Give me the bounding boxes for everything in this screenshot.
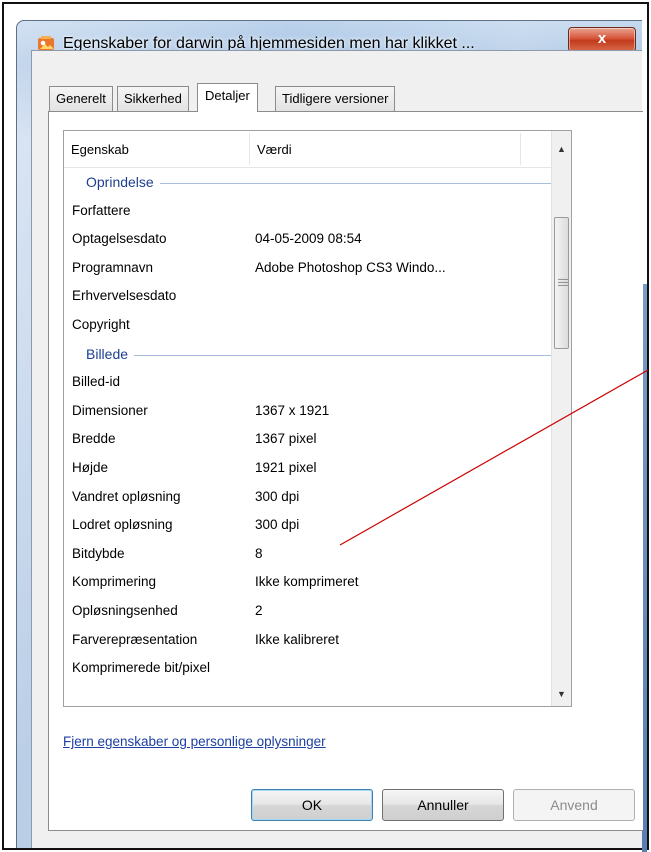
list-item[interactable]: Opløsningsenhed 2 xyxy=(64,597,571,626)
group-header-label: Oprindelse xyxy=(86,168,160,196)
property-name: Opløsningsenhed xyxy=(72,602,178,618)
property-value: 300 dpi xyxy=(255,517,300,533)
property-name: Lodret opløsning xyxy=(72,517,173,533)
property-name: Bredde xyxy=(72,431,116,447)
list-item[interactable]: Programnavn Adobe Photoshop CS3 Windo... xyxy=(64,254,571,283)
list-item[interactable]: Bredde 1367 pixel xyxy=(64,425,571,454)
property-name: Vandret opløsning xyxy=(72,488,181,504)
list-header: Egenskab Værdi xyxy=(64,131,571,168)
property-name: Dimensioner xyxy=(72,402,148,418)
list-item[interactable]: Lodret opløsning 300 dpi xyxy=(64,511,571,540)
list-item[interactable]: Bitdybde 8 xyxy=(64,540,571,569)
property-value: Ikke kalibreret xyxy=(255,631,340,647)
tab-strip: Generelt Sikkerhed Detaljer Tidligere ve… xyxy=(49,83,649,112)
property-value: Ikke komprimeret xyxy=(255,574,359,590)
property-value: 04-05-2009 08:54 xyxy=(255,231,362,247)
scrollbar-thumb[interactable]: — — — xyxy=(554,217,569,349)
list-item[interactable]: Farverepræsentation Ikke kalibreret xyxy=(64,626,571,655)
list-item[interactable]: Dimensioner 1367 x 1921 xyxy=(64,397,571,426)
property-name: Komprimering xyxy=(72,574,157,590)
property-name: Copyright xyxy=(72,316,130,332)
group-header[interactable]: Oprindelse xyxy=(64,168,571,197)
remove-properties-link[interactable]: Fjern egenskaber og personlige oplysning… xyxy=(63,734,326,749)
group-header[interactable]: Billede xyxy=(64,339,571,369)
list-item[interactable]: Komprimering Ikke komprimeret xyxy=(64,568,571,597)
list-rows: Oprindelse Forfattere Optagelsesdato 04-05-… xyxy=(64,168,571,683)
list-item[interactable]: Højde 1921 pixel xyxy=(64,454,571,483)
list-item[interactable]: Erhvervelsesdato xyxy=(64,282,571,311)
property-name: Forfattere xyxy=(72,202,131,218)
vertical-scrollbar[interactable]: ▲ — — — ▼ xyxy=(551,131,571,706)
apply-button[interactable]: Anvend xyxy=(513,789,635,821)
tab-detaljer[interactable]: Detaljer xyxy=(197,83,258,112)
property-value: 1921 pixel xyxy=(255,459,317,475)
properties-list[interactable]: Egenskab Værdi Oprindelse Forfattere Optag… xyxy=(63,130,572,707)
property-name: Programnavn xyxy=(72,259,154,275)
group-divider xyxy=(94,354,557,356)
list-item[interactable]: Komprimerede bit/pixel xyxy=(64,654,571,683)
property-name: Komprimerede bit/pixel xyxy=(72,660,211,676)
dialog-body: Generelt Sikkerhed Detaljer Tidligere ve… xyxy=(31,50,643,848)
close-button[interactable]: x xyxy=(568,27,636,52)
details-panel: Egenskab Værdi Oprindelse Forfattere Optag… xyxy=(48,111,643,831)
list-item[interactable]: Vandret opløsning 300 dpi xyxy=(64,483,571,512)
property-name: Højde xyxy=(72,459,109,475)
tab-generelt[interactable]: Generelt xyxy=(49,86,113,111)
list-item[interactable]: Billed-id xyxy=(64,368,571,397)
property-value: 300 dpi xyxy=(255,488,300,504)
list-item[interactable]: Copyright xyxy=(64,311,571,340)
ok-button[interactable]: OK xyxy=(251,789,373,821)
property-name: Optagelsesdato xyxy=(72,231,167,247)
cancel-button[interactable]: Annuller xyxy=(382,789,504,821)
scroll-down-arrow-icon[interactable]: ▼ xyxy=(552,684,571,704)
list-item[interactable]: Forfattere xyxy=(64,197,571,226)
tab-sikkerhed[interactable]: Sikkerhed xyxy=(117,86,189,111)
column-header-value[interactable]: Værdi xyxy=(250,131,520,168)
column-header-property[interactable]: Egenskab xyxy=(64,131,249,168)
property-name: Billed-id xyxy=(72,374,121,390)
property-name: Bitdybde xyxy=(72,545,125,561)
property-value: 1367 pixel xyxy=(255,431,317,447)
property-name: Erhvervelsesdato xyxy=(72,288,177,304)
property-value: 2 xyxy=(255,602,263,618)
property-value: Adobe Photoshop CS3 Windo... xyxy=(255,259,446,275)
property-name: Farverepræsentation xyxy=(72,631,198,647)
column-divider[interactable] xyxy=(520,133,521,165)
list-item[interactable]: Optagelsesdato 04-05-2009 08:54 xyxy=(64,225,571,254)
scroll-up-arrow-icon[interactable]: ▲ xyxy=(552,139,571,159)
property-value: 8 xyxy=(255,545,263,561)
grip-icon: — — — xyxy=(558,274,568,291)
property-value: 1367 x 1921 xyxy=(255,402,330,418)
tab-tidligere-versioner[interactable]: Tidligere versioner xyxy=(275,86,396,111)
group-header-label: Billede xyxy=(86,339,135,368)
group-divider xyxy=(94,183,557,184)
